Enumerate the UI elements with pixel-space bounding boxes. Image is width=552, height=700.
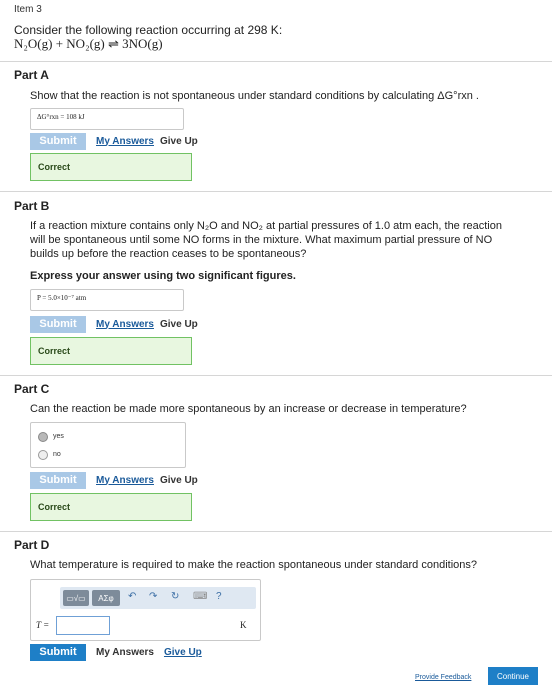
part-a-submit-button[interactable]: Submit [30, 132, 86, 150]
temperature-input[interactable] [56, 616, 110, 635]
continue-button[interactable]: Continue [488, 667, 538, 685]
part-c-feedback: Correct [30, 493, 192, 521]
part-d-my-answers-link[interactable]: My Answers [96, 647, 154, 658]
part-b-prompt: If a reaction mixture contains only N₂O … [30, 220, 502, 260]
divider [0, 61, 552, 62]
part-b-answer: P = 5.0×10⁻⁷ atm [37, 294, 87, 302]
math-editor: ▭√▭ ΑΣφ ↶ ↷ ↻ ⌨ ? T = K [30, 579, 261, 641]
editor-toolbar: ▭√▭ ΑΣφ ↶ ↷ ↻ ⌨ ? [60, 587, 256, 609]
part-b-instruction: Express your answer using two significan… [30, 270, 296, 282]
templates-icon[interactable]: ▭√▭ [63, 590, 89, 606]
part-b-heading[interactable]: Part B [14, 199, 49, 213]
part-c-actions: Submit My Answers Give Up [30, 471, 198, 489]
part-a-answer-box: ΔG°rxn = 108 kJ [30, 108, 184, 130]
intro-text: Consider the following reaction occurrin… [14, 23, 283, 37]
part-a-give-up-link[interactable]: Give Up [160, 136, 198, 147]
divider [0, 191, 552, 192]
symbols-icon[interactable]: ΑΣφ [92, 590, 120, 606]
radio-no[interactable] [38, 450, 48, 460]
part-a-answer: ΔG°rxn = 108 kJ [37, 113, 85, 121]
help-icon[interactable]: ? [216, 591, 222, 602]
part-b-actions: Submit My Answers Give Up [30, 315, 198, 333]
radio-yes-label: yes [53, 433, 64, 440]
part-b-answer-box: P = 5.0×10⁻⁷ atm [30, 289, 184, 311]
reaction-equation: N₂O(g) + NO₂(g) ⇌ 3NO(g) [14, 36, 163, 51]
part-b-submit-button[interactable]: Submit [30, 315, 86, 333]
part-a-prompt: Show that the reaction is not spontaneou… [30, 90, 479, 102]
part-b-give-up-link[interactable]: Give Up [160, 319, 198, 330]
part-d-give-up-link[interactable]: Give Up [164, 647, 202, 658]
part-c-prompt: Can the reaction be made more spontaneou… [30, 403, 467, 415]
part-b-my-answers-link[interactable]: My Answers [96, 319, 154, 330]
problem-intro: Consider the following reaction occurrin… [14, 23, 282, 51]
temperature-label: T = [36, 620, 50, 630]
temperature-unit: K [240, 620, 247, 630]
part-a-my-answers-link[interactable]: My Answers [96, 136, 154, 147]
part-d-submit-button[interactable]: Submit [30, 643, 86, 661]
part-c-feedback-text: Correct [38, 502, 71, 512]
redo-icon[interactable]: ↷ [149, 591, 157, 602]
divider [0, 375, 552, 376]
part-c-submit-button[interactable]: Submit [30, 471, 86, 489]
part-d-prompt: What temperature is required to make the… [30, 559, 477, 571]
divider [0, 531, 552, 532]
reset-icon[interactable]: ↻ [171, 591, 179, 602]
keyboard-icon[interactable]: ⌨ [193, 591, 207, 602]
part-a-feedback: Correct [30, 153, 192, 181]
radio-no-label: no [53, 451, 61, 458]
part-c-heading[interactable]: Part C [14, 382, 49, 396]
part-c-options: yes no [30, 422, 186, 468]
part-d-heading[interactable]: Part D [14, 538, 49, 552]
part-a-actions: Submit My Answers Give Up [30, 132, 198, 150]
part-c-give-up-link[interactable]: Give Up [160, 475, 198, 486]
radio-yes[interactable] [38, 432, 48, 442]
part-b-feedback: Correct [30, 337, 192, 365]
undo-icon[interactable]: ↶ [128, 591, 136, 602]
part-c-my-answers-link[interactable]: My Answers [96, 475, 154, 486]
part-d-actions: Submit My Answers Give Up [30, 643, 202, 661]
item-title: Item 3 [14, 4, 42, 15]
provide-feedback-link[interactable]: Provide Feedback [415, 674, 471, 681]
part-b-feedback-text: Correct [38, 346, 71, 356]
part-a-heading[interactable]: Part A [14, 68, 49, 82]
part-a-feedback-text: Correct [38, 162, 71, 172]
